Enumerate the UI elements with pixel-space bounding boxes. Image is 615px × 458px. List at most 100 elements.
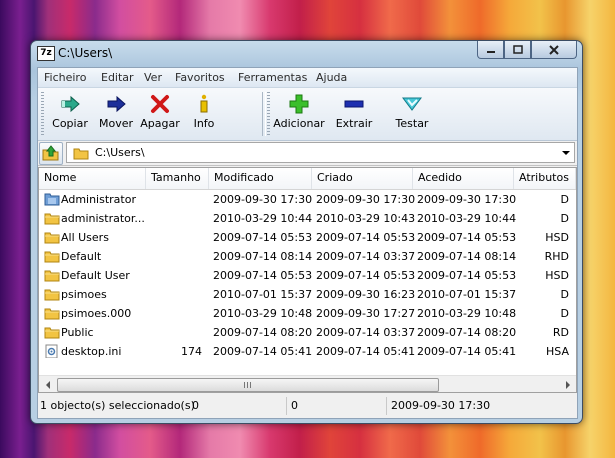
status-date: 2009-09-30 17:30 [391, 399, 491, 412]
table-row[interactable]: Default User 2009-07-14 05:53 2009-07-14 0… [39, 266, 576, 285]
cell-size [149, 228, 202, 247]
folder-up-icon [42, 145, 59, 161]
menu-editar[interactable]: Editar [101, 71, 134, 84]
cell-size [149, 247, 202, 266]
cell-size [149, 190, 202, 209]
toolbar-grip[interactable] [41, 92, 44, 136]
cell-accessed: 2009-07-14 05:41 [417, 345, 517, 358]
minimize-button[interactable] [477, 41, 504, 59]
menu-ver[interactable]: Ver [144, 71, 162, 84]
cell-modified: 2010-07-01 15:37 [213, 288, 313, 301]
column-header-attributes[interactable]: Atributos [514, 168, 576, 189]
info-icon [200, 94, 208, 113]
cell-name: All Users [61, 231, 109, 244]
settings-file-icon [45, 344, 58, 358]
title-bar[interactable]: 7z C:\Users\ [31, 41, 582, 65]
cell-size [149, 285, 202, 304]
cell-accessed: 2010-03-29 10:44 [417, 212, 517, 225]
maximize-button[interactable] [504, 41, 531, 59]
cell-accessed: 2009-07-14 08:20 [417, 326, 517, 339]
move-button[interactable]: Mover [94, 92, 138, 136]
scroll-left-arrow[interactable] [39, 376, 56, 392]
column-header-size[interactable]: Tamanho [146, 168, 209, 189]
scrollbar-thumb[interactable] [57, 378, 439, 392]
file-list: Nome Tamanho Modificado Criado Acedido A… [38, 167, 577, 393]
table-row[interactable]: Administrator 2009-09-30 17:30 2009-09-30 … [39, 190, 576, 209]
cell-created: 2009-09-30 17:27 [316, 307, 416, 320]
extract-button[interactable]: Extrair [330, 92, 378, 136]
menu-bar: Ficheiro Editar Ver Favoritos Ferramenta… [38, 68, 577, 88]
cell-attributes: HSA [546, 345, 569, 358]
cell-modified: 2009-07-14 05:41 [213, 345, 313, 358]
cell-modified: 2010-03-29 10:44 [213, 212, 313, 225]
folder-icon [44, 213, 60, 225]
cell-name: Administrator [61, 193, 136, 206]
cell-attributes: D [560, 212, 569, 225]
table-row[interactable]: psimoes.000 2010-03-29 10:48 2009-09-30 17… [39, 304, 576, 323]
status-bar: 1 objecto(s) seleccionado(s) 0 0 2009-09… [38, 395, 577, 417]
cell-modified: 2009-07-14 05:53 [213, 269, 313, 282]
cell-size [149, 304, 202, 323]
table-row[interactable]: Public 2009-07-14 08:20 2009-07-14 03:37 20… [39, 323, 576, 342]
minimize-icon [486, 50, 495, 53]
info-button[interactable]: Info [182, 92, 226, 136]
cell-name: psimoes.000 [61, 307, 132, 320]
menu-favoritos[interactable]: Favoritos [175, 71, 225, 84]
toolbar-separator [262, 92, 266, 136]
table-row[interactable]: desktop.ini 174 2009-07-14 05:41 2009-07-14… [39, 342, 576, 361]
table-row[interactable]: All Users 2009-07-14 05:53 2009-07-14 05:5… [39, 228, 576, 247]
minus-icon [344, 100, 364, 108]
checkmark-icon [402, 97, 422, 111]
scroll-right-arrow[interactable] [559, 376, 576, 392]
add-button[interactable]: Adicionar [270, 92, 328, 136]
copy-button[interactable]: Copiar [46, 92, 94, 136]
cell-modified: 2009-07-14 05:53 [213, 231, 313, 244]
cell-size [149, 323, 202, 342]
cell-created: 2009-07-14 05:41 [316, 345, 416, 358]
cell-name: desktop.ini [61, 345, 122, 358]
column-header-name[interactable]: Nome [39, 168, 146, 189]
column-header-created[interactable]: Criado [312, 168, 413, 189]
menu-ferramentas[interactable]: Ferramentas [238, 71, 307, 84]
cell-name: administrator... [61, 212, 145, 225]
cell-created: 2009-07-14 03:37 [316, 250, 416, 263]
cell-modified: 2009-07-14 08:20 [213, 326, 313, 339]
chevron-down-icon[interactable] [562, 151, 570, 155]
cell-attributes: RD [552, 326, 569, 339]
test-button[interactable]: Testar [388, 92, 436, 136]
table-row[interactable]: psimoes 2010-07-01 15:37 2009-09-30 16:23 2… [39, 285, 576, 304]
cell-created: 2009-07-14 05:53 [316, 269, 416, 282]
cell-created: 2009-07-14 03:37 [316, 326, 416, 339]
window-controls [477, 41, 577, 59]
cell-attributes: HSD [545, 231, 569, 244]
delete-button[interactable]: Apagar [138, 92, 182, 136]
status-packed-size: 0 [291, 399, 298, 412]
folder-icon [73, 148, 89, 160]
column-header-accessed[interactable]: Acedido [413, 168, 514, 189]
cell-attributes: HSD [545, 269, 569, 282]
cell-attributes: D [560, 193, 569, 206]
status-size: 0 [192, 399, 199, 412]
address-field[interactable]: C:\Users\ [66, 142, 575, 163]
table-row[interactable]: administrator... 2010-03-29 10:44 2010-03-… [39, 209, 576, 228]
table-row[interactable]: Default 2009-07-14 08:14 2009-07-14 03:37 2… [39, 247, 576, 266]
cell-created: 2009-09-30 17:30 [316, 193, 416, 206]
menu-ajuda[interactable]: Ajuda [316, 71, 347, 84]
column-header-modified[interactable]: Modificado [209, 168, 312, 189]
scrollbar-grip [244, 382, 252, 388]
move-arrow-icon [107, 95, 126, 113]
chevron-left-icon [45, 380, 50, 389]
maximize-icon [512, 44, 523, 54]
menu-ficheiro[interactable]: Ficheiro [44, 71, 86, 84]
horizontal-scrollbar[interactable] [39, 375, 576, 392]
list-header: Nome Tamanho Modificado Criado Acedido A… [39, 168, 576, 190]
status-selection: 1 objecto(s) seleccionado(s) [40, 399, 195, 412]
folder-icon [44, 251, 60, 263]
close-button[interactable] [531, 41, 577, 59]
close-icon [549, 44, 559, 55]
up-folder-button[interactable] [39, 142, 63, 165]
cell-name: Public [61, 326, 94, 339]
cell-size: 174 [181, 345, 202, 358]
folder-icon [44, 270, 60, 282]
cell-name: Default [61, 250, 102, 263]
